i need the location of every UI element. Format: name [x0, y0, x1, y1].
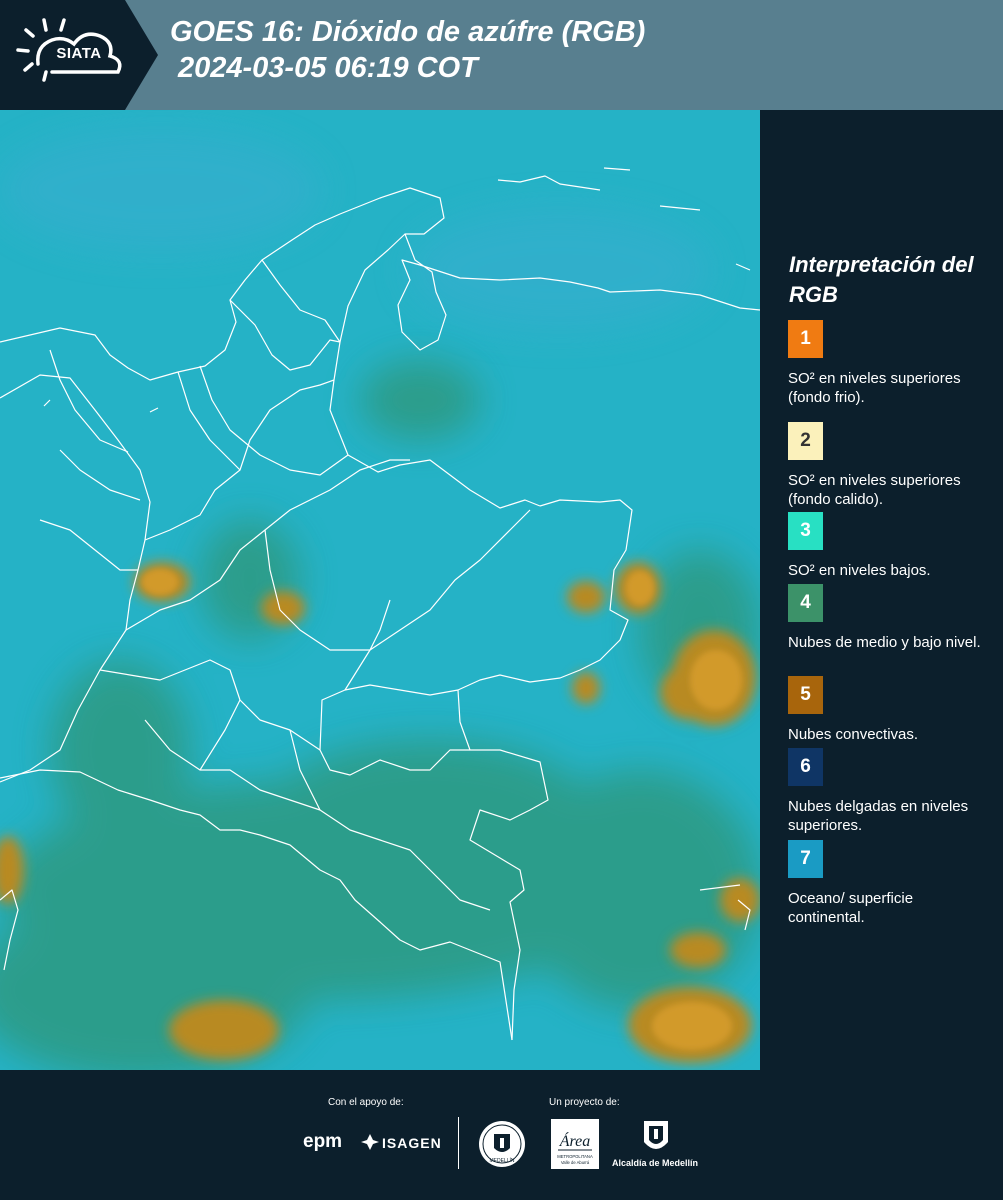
legend-label: Nubes delgadas en niveles superiores.	[788, 798, 969, 834]
legend-item-3: 3 SO² en niveles bajos.	[788, 512, 993, 580]
legend-title: Interpretación del RGB	[789, 252, 974, 307]
isagen-icon	[361, 1134, 379, 1150]
footer-divider	[458, 1117, 459, 1169]
legend-swatch: 6	[788, 748, 823, 786]
svg-text:Área: Área	[559, 1131, 591, 1150]
isagen-logo: ISAGEN	[382, 1135, 442, 1151]
support-label: Con el apoyo de:	[328, 1097, 404, 1108]
legend-item-4: 4 Nubes de medio y bajo nivel.	[788, 584, 993, 652]
project-label: Un proyecto de:	[549, 1097, 620, 1108]
legend-label: Nubes de medio y bajo nivel.	[788, 634, 981, 651]
area-metropolitana-logo: Área METROPOLITANA Valle de Aburrá	[551, 1119, 599, 1169]
legend-item-7: 7 Oceano/ superficie continental.	[788, 840, 993, 927]
legend-swatch: 1	[788, 320, 823, 358]
medellin-seal-text: MEDELLÍN	[489, 1158, 515, 1164]
legend-label: SO² en niveles bajos.	[788, 562, 931, 579]
legend-item-1: 1 SO² en niveles superiores (fondo frio).	[788, 320, 993, 407]
legend-label: Oceano/ superficie continental.	[788, 890, 914, 926]
legend-item-2: 2 SO² en niveles superiores (fondo calido…	[788, 422, 993, 509]
page-title: GOES 16: Dióxido de azúfre (RGB) 2024-03…	[170, 14, 645, 86]
legend-label: SO² en niveles superiores (fondo calido)…	[788, 472, 961, 508]
alcaldia-shield-icon	[644, 1121, 668, 1149]
legend-label: Nubes convectivas.	[788, 726, 919, 743]
legend-swatch: 4	[788, 584, 823, 622]
legend-panel: Interpretación del RGB 1 SO² en niveles s…	[760, 110, 1003, 1070]
legend-swatch: 2	[788, 422, 823, 460]
legend-swatch: 7	[788, 840, 823, 878]
legend-item-5: 5 Nubes convectivas.	[788, 676, 993, 744]
epm-logo: epm	[303, 1131, 343, 1152]
title-line-1: GOES 16: Dióxido de azúfre (RGB)	[170, 16, 646, 48]
alcaldia-text: Alcaldía de Medellín	[612, 1158, 699, 1168]
legend-item-6: 6 Nubes delgadas en niveles superiores.	[788, 748, 993, 835]
footer: Con el apoyo de: Un proyecto de: epm ISA…	[0, 1070, 1003, 1200]
header-bar: SIATA GOES 16: Dióxido de azúfre (RGB) 2…	[0, 0, 1003, 110]
legend-label: SO² en niveles superiores (fondo frio).	[788, 370, 961, 406]
svg-text:METROPOLITANA: METROPOLITANA	[557, 1154, 593, 1159]
siata-logo: SIATA	[0, 0, 160, 110]
legend-swatch: 5	[788, 676, 823, 714]
logo-text: SIATA	[56, 45, 102, 62]
svg-text:Valle de Aburrá: Valle de Aburrá	[561, 1160, 590, 1165]
title-line-2: 2024-03-05 06:19 COT	[178, 52, 478, 84]
legend-swatch: 3	[788, 512, 823, 550]
satellite-map[interactable]	[0, 110, 760, 1070]
